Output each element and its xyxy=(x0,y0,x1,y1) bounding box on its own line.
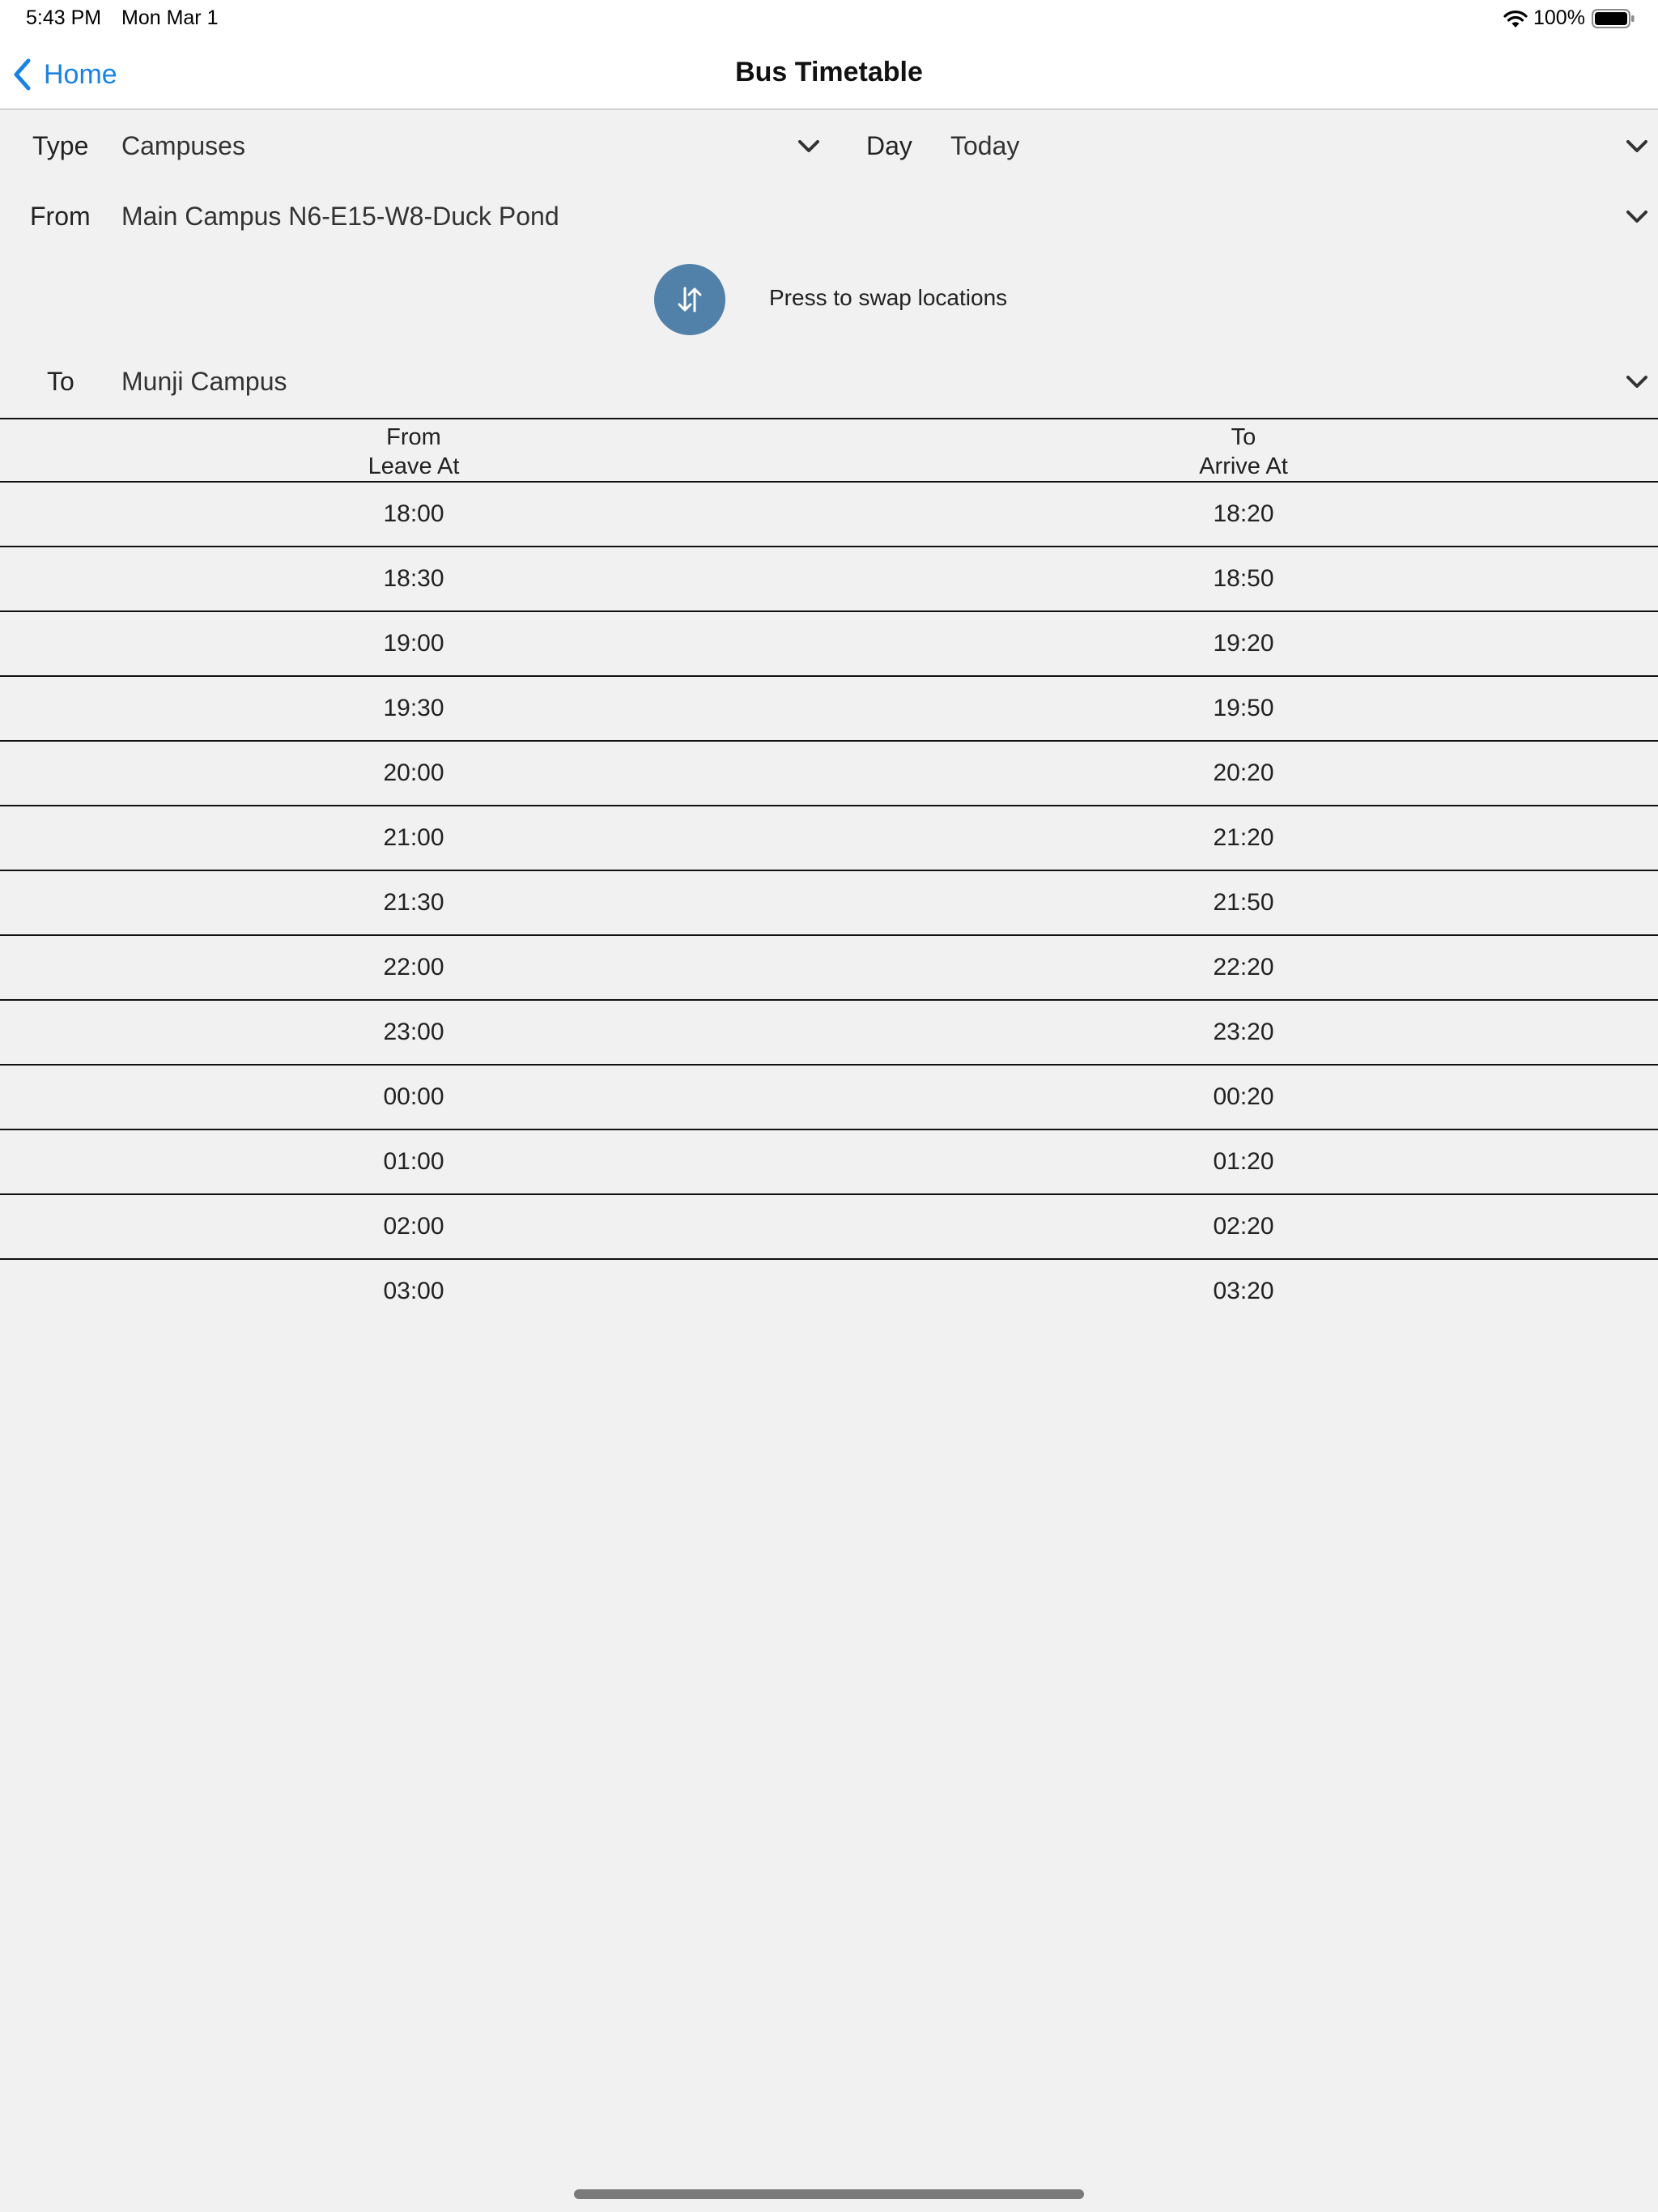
table-row: 18:30 18:50 xyxy=(0,547,1658,612)
table-row: 01:00 01:20 xyxy=(0,1130,1658,1195)
arrive-time-cell: 03:20 xyxy=(1213,1278,1274,1304)
table-row: 02:00 02:20 xyxy=(0,1195,1658,1260)
day-label: Day xyxy=(866,131,912,160)
leave-time-cell: 03:00 xyxy=(383,1278,444,1304)
arrive-time-cell: 19:50 xyxy=(1213,695,1274,721)
from-select[interactable]: Main Campus N6-E15-W8-Duck Pond xyxy=(121,202,559,232)
to-label: To xyxy=(47,367,74,396)
table-row: 00:00 00:20 xyxy=(0,1066,1658,1130)
page-title: Bus Timetable xyxy=(735,57,923,87)
leave-time-cell: 18:00 xyxy=(383,500,444,527)
arrive-time-cell: 02:20 xyxy=(1213,1213,1274,1240)
chevron-down-icon[interactable] xyxy=(1626,139,1648,154)
leave-time-cell: 23:00 xyxy=(383,1019,444,1045)
swap-hint-text: Press to swap locations xyxy=(769,285,1008,310)
leave-time-cell: 01:00 xyxy=(383,1148,444,1175)
swap-vertical-icon xyxy=(678,287,702,313)
from-label: From xyxy=(30,202,91,231)
arrive-time-cell: 18:50 xyxy=(1213,565,1274,592)
leave-time-cell: 00:00 xyxy=(383,1083,444,1110)
leave-time-cell: 19:30 xyxy=(383,695,444,721)
type-select[interactable]: Campuses xyxy=(121,131,245,161)
table-row: 20:00 20:20 xyxy=(0,742,1658,806)
leave-time-cell: 02:00 xyxy=(383,1213,444,1240)
leave-time-cell: 22:00 xyxy=(383,954,444,981)
table-row: 22:00 22:20 xyxy=(0,936,1658,1001)
table-body: 18:00 18:20 18:30 18:50 19:00 19:20 19:30 19:50… xyxy=(0,483,1658,1325)
table-row: 23:00 23:20 xyxy=(0,1001,1658,1066)
leave-time-cell: 21:00 xyxy=(383,824,444,851)
battery-icon xyxy=(1592,9,1635,28)
table-row: 19:00 19:20 xyxy=(0,612,1658,677)
type-label: Type xyxy=(32,131,89,160)
status-bar: 5:43 PM Mon Mar 1 100% xyxy=(0,0,1658,39)
navigation-bar: Home Bus Timetable xyxy=(0,39,1658,110)
arrive-time-cell: 18:20 xyxy=(1213,500,1274,527)
wifi-icon xyxy=(1503,11,1528,28)
arrive-time-cell: 23:20 xyxy=(1213,1019,1274,1045)
column-header-arrive-line1: To xyxy=(1231,424,1256,450)
column-header-leave-line1: From xyxy=(386,424,441,450)
table-row: 21:00 21:20 xyxy=(0,806,1658,871)
leave-time-cell: 18:30 xyxy=(383,565,444,592)
chevron-down-icon[interactable] xyxy=(1626,375,1648,389)
chevron-down-icon[interactable] xyxy=(797,139,820,154)
column-header-leave-line2: Leave At xyxy=(368,453,460,479)
timetable: From Leave At To Arrive At 18:00 18:20 18:… xyxy=(0,418,1658,1325)
battery-percentage: 100% xyxy=(1533,6,1585,29)
leave-time-cell: 20:00 xyxy=(383,759,444,786)
day-select[interactable]: Today xyxy=(950,131,1019,161)
arrive-time-cell: 21:20 xyxy=(1213,824,1274,851)
status-date: Mon Mar 1 xyxy=(121,6,219,29)
table-header: From Leave At To Arrive At xyxy=(0,418,1658,483)
arrive-time-cell: 00:20 xyxy=(1213,1083,1274,1110)
chevron-down-icon[interactable] xyxy=(1626,210,1648,224)
swap-locations-button[interactable] xyxy=(654,264,725,335)
status-time: 5:43 PM xyxy=(26,6,102,29)
leave-time-cell: 19:00 xyxy=(383,630,444,657)
column-header-leave: From Leave At xyxy=(252,423,576,481)
column-header-arrive: To Arrive At xyxy=(1082,423,1405,481)
table-row: 18:00 18:20 xyxy=(0,483,1658,547)
table-row: 03:00 03:20 xyxy=(0,1260,1658,1325)
leave-time-cell: 21:30 xyxy=(383,889,444,916)
table-row: 19:30 19:50 xyxy=(0,677,1658,742)
arrive-time-cell: 01:20 xyxy=(1213,1148,1274,1175)
arrive-time-cell: 22:20 xyxy=(1213,954,1274,981)
arrive-time-cell: 21:50 xyxy=(1213,889,1274,916)
arrive-time-cell: 19:20 xyxy=(1213,630,1274,657)
table-row: 21:30 21:50 xyxy=(0,871,1658,936)
home-indicator[interactable] xyxy=(574,2189,1084,2199)
arrive-time-cell: 20:20 xyxy=(1213,759,1274,786)
column-header-arrive-line2: Arrive At xyxy=(1199,453,1288,479)
to-select[interactable]: Munji Campus xyxy=(121,367,287,397)
